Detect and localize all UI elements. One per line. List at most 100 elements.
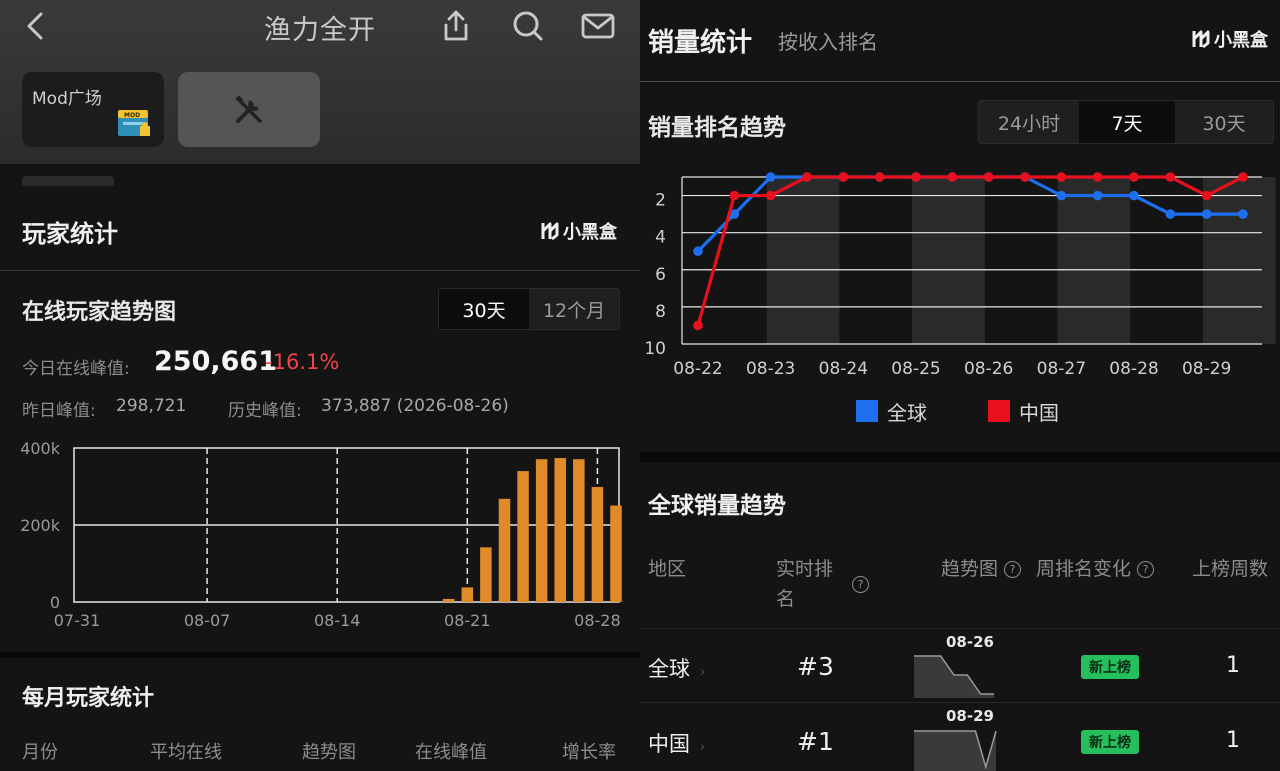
chevron-right-icon: ›	[700, 740, 706, 755]
region-label: 全球	[648, 657, 690, 681]
legend-swatch	[988, 400, 1010, 422]
bar	[480, 547, 492, 602]
sparkline-date: 08-26	[946, 633, 994, 651]
new-entry-badge: 新上榜	[1081, 730, 1139, 754]
tab-12-months[interactable]: 12个月	[529, 289, 619, 329]
bar	[498, 498, 511, 602]
x-tick-label: 08-27	[1037, 359, 1086, 379]
sales-subtitle: 按收入排名	[778, 30, 878, 54]
th-realtime-rank: 实时排名	[776, 554, 844, 614]
xiaoheihe-logo-icon	[1192, 30, 1210, 49]
tab-24-hours[interactable]: 24小时	[979, 101, 1079, 143]
bar	[461, 587, 474, 602]
data-point	[874, 172, 885, 182]
realtime-rank: #3	[797, 652, 834, 681]
data-point	[1129, 172, 1139, 182]
realtime-rank: #1	[797, 727, 834, 756]
data-point	[1129, 190, 1139, 201]
history-peak-value: 373,887 (2026-08-26)	[321, 396, 509, 416]
col-peak: 在线峰值	[415, 742, 487, 763]
y-tick-label: 0	[50, 593, 60, 612]
sales-stats-panel: 销量统计 按收入排名 小黑盒 销量排名趋势 24小时 7天 30天 2 4 6 8 10…	[640, 0, 1280, 771]
y-tick-label: 6	[655, 265, 666, 285]
range-toggle: 24小时 7天 30天	[978, 100, 1274, 144]
player-stats-panel: 渔力全开 Mod广场 MOD 玩家统计 小黑盒 在线玩家趋势图 30天 12个月…	[0, 0, 640, 771]
tab-30-days[interactable]: 30天	[1175, 101, 1273, 143]
data-point	[729, 190, 740, 201]
col-trend: 趋势图	[302, 742, 356, 763]
yesterday-peak-value: 298,721	[116, 396, 187, 416]
today-peak-label: 今日在线峰值:	[22, 359, 130, 379]
x-tick-label: 08-24	[819, 359, 868, 379]
bar	[517, 471, 529, 602]
tab-30-days[interactable]: 30天	[439, 289, 529, 329]
search-icon[interactable]	[510, 8, 546, 44]
th-trend: 趋势图?	[941, 554, 1022, 584]
x-tick-label: 08-28	[1109, 359, 1158, 379]
trend-sparkline	[914, 730, 997, 771]
monthly-title: 每月玩家统计	[22, 686, 155, 711]
x-tick-label: 08-26	[964, 359, 1013, 379]
online-players-bar-chart: 07-31 08-07 08-14 08-21 08-28 0 200k 400k	[20, 439, 622, 630]
sparkline-date: 08-29	[946, 707, 994, 725]
svg-text:MOD: MOD	[124, 112, 140, 119]
th-weekly-change: 周排名变化?	[1036, 554, 1155, 584]
help-icon[interactable]: ?	[852, 576, 869, 593]
data-point	[1092, 172, 1103, 182]
yesterday-peak-label: 昨日峰值:	[22, 401, 96, 421]
col-month: 月份	[22, 742, 58, 763]
sparkline-area	[914, 731, 996, 771]
data-point	[1092, 190, 1103, 201]
tab-7-days[interactable]: 7天	[1079, 101, 1175, 143]
data-point	[693, 320, 703, 331]
table-row-region[interactable]: 全球 ›	[648, 653, 705, 683]
data-point	[1238, 172, 1248, 182]
today-peak-delta: -16.1%	[265, 350, 340, 374]
share-icon[interactable]	[438, 8, 474, 44]
th-trend-label: 趋势图	[941, 558, 999, 580]
bar	[442, 598, 455, 602]
tools-icon	[235, 95, 262, 123]
th-region: 地区	[648, 558, 687, 580]
brand-label: 小黑盒	[563, 222, 617, 243]
data-point	[693, 246, 703, 257]
x-tick-label: 08-21	[444, 611, 491, 630]
y-tick-label: 8	[655, 302, 666, 322]
data-point	[1165, 209, 1176, 219]
tools-button[interactable]	[178, 72, 320, 147]
section-gap	[640, 452, 1280, 462]
x-tick-label: 08-14	[314, 611, 361, 630]
data-point	[838, 172, 849, 182]
th-realtime-rank-label: 实时排名	[776, 558, 834, 610]
xiaoheihe-logo-icon	[541, 222, 559, 241]
data-point	[765, 190, 776, 201]
mod-plaza-button[interactable]: Mod广场 MOD	[22, 72, 164, 147]
th-weekly-change-label: 周排名变化	[1036, 558, 1132, 580]
bar	[591, 486, 604, 602]
day-band	[912, 177, 985, 344]
help-icon[interactable]: ?	[1137, 561, 1155, 578]
sheet-handle	[22, 176, 114, 186]
bar	[610, 505, 622, 602]
mail-icon[interactable]	[580, 8, 616, 44]
data-point	[983, 172, 994, 182]
x-tick-label: 08-22	[673, 359, 722, 379]
mod-plaza-label: Mod广场	[32, 89, 102, 109]
y-tick-label: 400k	[20, 439, 61, 458]
table-row-region[interactable]: 中国 ›	[648, 728, 705, 758]
legend-label: 中国	[1019, 401, 1059, 425]
help-icon[interactable]: ?	[1004, 561, 1022, 578]
col-growth: 增长率	[562, 742, 616, 763]
y-tick-label: 200k	[20, 516, 61, 535]
today-peak-value: 250,661	[154, 346, 277, 377]
brand-logo: 小黑盒	[1191, 26, 1268, 52]
region-label: 中国	[648, 732, 690, 756]
day-band	[766, 177, 840, 344]
chevron-left-icon[interactable]	[18, 8, 54, 44]
bar	[535, 459, 548, 602]
rank-trend-title: 销量排名趋势	[648, 115, 786, 141]
y-tick-label: 10	[644, 339, 666, 359]
data-point	[1238, 209, 1248, 219]
x-tick-label: 08-07	[184, 611, 231, 630]
bar	[554, 458, 567, 602]
